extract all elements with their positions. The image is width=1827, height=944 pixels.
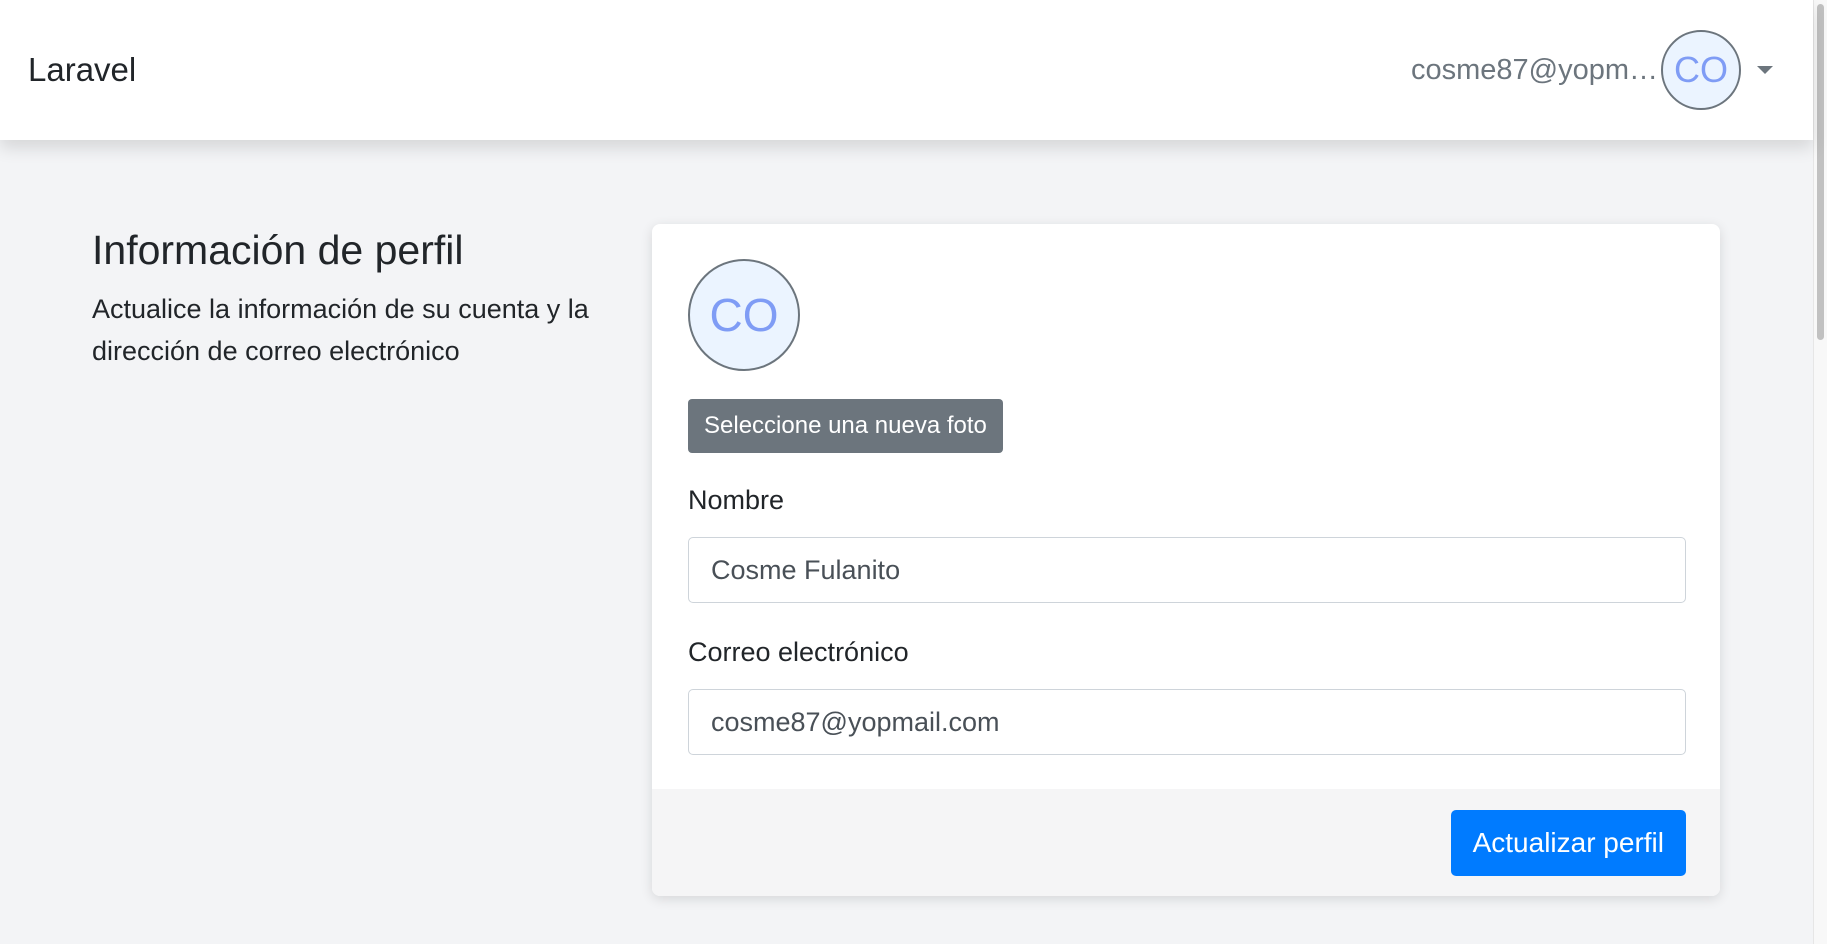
brand-link[interactable]: Laravel xyxy=(28,50,136,90)
card-footer: Actualizar perfil xyxy=(652,789,1720,896)
select-new-photo-button[interactable]: Seleccione una nueva foto xyxy=(688,399,1003,453)
caret-down-icon xyxy=(1757,66,1773,74)
update-profile-button[interactable]: Actualizar perfil xyxy=(1450,810,1686,876)
section-description: Actualice la información de su cuenta y … xyxy=(92,294,589,366)
page-scrollbar[interactable] xyxy=(1813,0,1827,944)
top-navbar: Laravel cosme87@yopmail.com CO xyxy=(0,0,1813,140)
name-input[interactable] xyxy=(688,537,1686,603)
profile-section-info: Información de perfil Actualice la infor… xyxy=(92,222,612,372)
page-title: Información de perfil xyxy=(92,227,464,273)
card-body: CO Seleccione una nueva foto Nombre Corr… xyxy=(688,259,1686,755)
email-input[interactable] xyxy=(688,689,1686,755)
profile-form-card: CO Seleccione una nueva foto Nombre Corr… xyxy=(652,224,1720,896)
avatar-initials: CO xyxy=(1674,49,1728,90)
name-label: Nombre xyxy=(688,485,785,515)
profile-photo-avatar: CO xyxy=(688,259,800,371)
user-menu-toggle[interactable]: cosme87@yopmail.com CO xyxy=(1411,28,1773,112)
avatar: CO xyxy=(1661,30,1741,110)
scrollbar-thumb[interactable] xyxy=(1817,4,1824,340)
email-label: Correo electrónico xyxy=(688,637,909,667)
avatar-initials: CO xyxy=(709,289,779,341)
user-email: cosme87@yopmail.com xyxy=(1411,54,1661,86)
